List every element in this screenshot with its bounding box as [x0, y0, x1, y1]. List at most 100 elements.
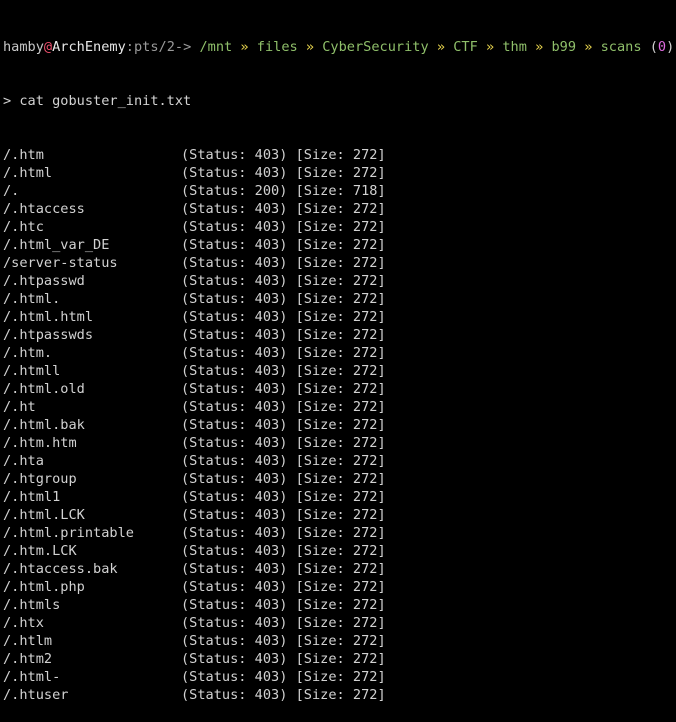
prompt-tty: :pts/2-> [125, 39, 192, 55]
result-row: /.html.old (Status: 403) [Size: 272] [3, 381, 386, 397]
prompt-path: /mnt » files » CyberSecurity » CTF » thm… [191, 39, 641, 55]
path-separator: » [305, 39, 315, 55]
result-path: /.html [3, 165, 53, 181]
result-status: 403 [254, 273, 280, 289]
results-list: /.htm (Status: 403) [Size: 272] /.html (Sta… [3, 146, 676, 704]
result-path: /.htc [3, 219, 44, 235]
result-status: 403 [254, 489, 280, 505]
result-row: /.html. (Status: 403) [Size: 272] [3, 291, 386, 307]
result-size: 272 [352, 219, 378, 235]
path-segment: b99 [551, 39, 577, 55]
result-row: /.htuser (Status: 403) [Size: 272] [3, 687, 386, 703]
result-status: 403 [254, 597, 280, 613]
result-status: 403 [254, 651, 280, 667]
result-path: /.html.php [3, 579, 85, 595]
result-row: /.hta (Status: 403) [Size: 272] [3, 453, 386, 469]
path-separator: » [584, 39, 593, 55]
result-path: /.htlm [3, 633, 53, 649]
result-status: 403 [254, 417, 280, 433]
path-segment: CyberSecurity [322, 39, 429, 55]
result-status: 403 [254, 543, 280, 559]
exit-status: (0) [649, 39, 675, 55]
result-path: /.htm.LCK [3, 543, 77, 559]
result-size: 272 [352, 543, 378, 559]
result-row: /.html.LCK (Status: 403) [Size: 272] [3, 507, 386, 523]
result-path: /.htmls [3, 597, 61, 613]
result-status: 403 [254, 381, 280, 397]
result-status: 403 [254, 453, 280, 469]
result-row: /.htc (Status: 403) [Size: 272] [3, 219, 386, 235]
path-segment: scans [600, 39, 642, 55]
result-size: 272 [352, 327, 378, 343]
result-path: /.htpasswds [3, 327, 94, 343]
result-size: 272 [352, 399, 378, 415]
result-status: 200 [254, 183, 280, 199]
result-status: 403 [254, 291, 280, 307]
result-path: /.hta [3, 453, 44, 469]
path-segment: CTF [453, 39, 478, 55]
result-path: /.html.bak [3, 417, 85, 433]
command-line: > cat gobuster_init.txt [3, 93, 192, 109]
result-row: /.htm2 (Status: 403) [Size: 272] [3, 651, 386, 667]
result-row: /.html1 (Status: 403) [Size: 272] [3, 489, 386, 505]
result-path: /.htmll [3, 363, 61, 379]
result-row: /.htpasswd (Status: 403) [Size: 272] [3, 273, 386, 289]
result-row: /.htm. (Status: 403) [Size: 272] [3, 345, 386, 361]
result-row: /.html.html (Status: 403) [Size: 272] [3, 309, 386, 325]
result-path: /.html.html [3, 309, 94, 325]
result-row: /.htmll (Status: 403) [Size: 272] [3, 363, 386, 379]
result-row: /.html.bak (Status: 403) [Size: 272] [3, 417, 386, 433]
result-row: /server-status (Status: 403) [Size: 272] [3, 255, 386, 271]
result-path: /.html.printable [3, 525, 134, 541]
result-size: 272 [352, 633, 378, 649]
result-row: /.htm (Status: 403) [Size: 272] [3, 147, 386, 163]
result-size: 272 [352, 669, 378, 685]
result-row: /.ht (Status: 403) [Size: 272] [3, 399, 386, 415]
result-size: 272 [352, 507, 378, 523]
prompt-user: hamby [3, 39, 44, 55]
result-row: /.htm.LCK (Status: 403) [Size: 272] [3, 543, 386, 559]
path-separator: » [436, 39, 446, 55]
result-status: 403 [254, 507, 280, 523]
result-status: 403 [254, 525, 280, 541]
result-size: 272 [352, 381, 378, 397]
terminal[interactable]: hamby@ArchEnemy:pts/2-> /mnt » files » C… [0, 0, 676, 722]
result-size: 272 [352, 579, 378, 595]
result-status: 403 [254, 165, 280, 181]
result-size: 272 [352, 489, 378, 505]
result-status: 403 [254, 471, 280, 487]
result-path: /.htm2 [3, 651, 53, 667]
result-path: /server-status [3, 255, 118, 271]
result-path: /.htm [3, 147, 44, 163]
result-size: 272 [352, 309, 378, 325]
result-row: /.htmls (Status: 403) [Size: 272] [3, 597, 386, 613]
path-segment: thm [502, 39, 527, 55]
result-path: /.htaccess.bak [3, 561, 118, 577]
result-status: 403 [254, 399, 280, 415]
prompt-line: hamby@ArchEnemy:pts/2-> /mnt » files » C… [3, 38, 676, 56]
result-row: /.html_var_DE (Status: 403) [Size: 272] [3, 237, 386, 253]
result-size: 272 [352, 435, 378, 451]
result-size: 272 [352, 453, 378, 469]
result-status: 403 [254, 669, 280, 685]
result-size: 272 [352, 615, 378, 631]
result-path: /.ht [3, 399, 36, 415]
result-status: 403 [254, 615, 280, 631]
result-path: /.html- [3, 669, 61, 685]
result-status: 403 [254, 633, 280, 649]
result-status: 403 [254, 327, 280, 343]
result-row: /.html.printable (Status: 403) [Size: 272… [3, 525, 386, 541]
path-separator: » [535, 39, 544, 55]
result-size: 272 [352, 363, 378, 379]
result-row: /. (Status: 200) [Size: 718] [3, 183, 386, 199]
result-size: 272 [352, 597, 378, 613]
path-separator: » [485, 39, 495, 55]
result-row: /.htaccess.bak (Status: 403) [Size: 272] [3, 561, 386, 577]
result-status: 403 [254, 687, 280, 703]
result-status: 403 [254, 219, 280, 235]
result-path: /.html.LCK [3, 507, 85, 523]
result-path: /.htm.htm [3, 435, 77, 451]
result-size: 272 [352, 273, 378, 289]
result-status: 403 [254, 561, 280, 577]
result-path: /.html. [3, 291, 61, 307]
